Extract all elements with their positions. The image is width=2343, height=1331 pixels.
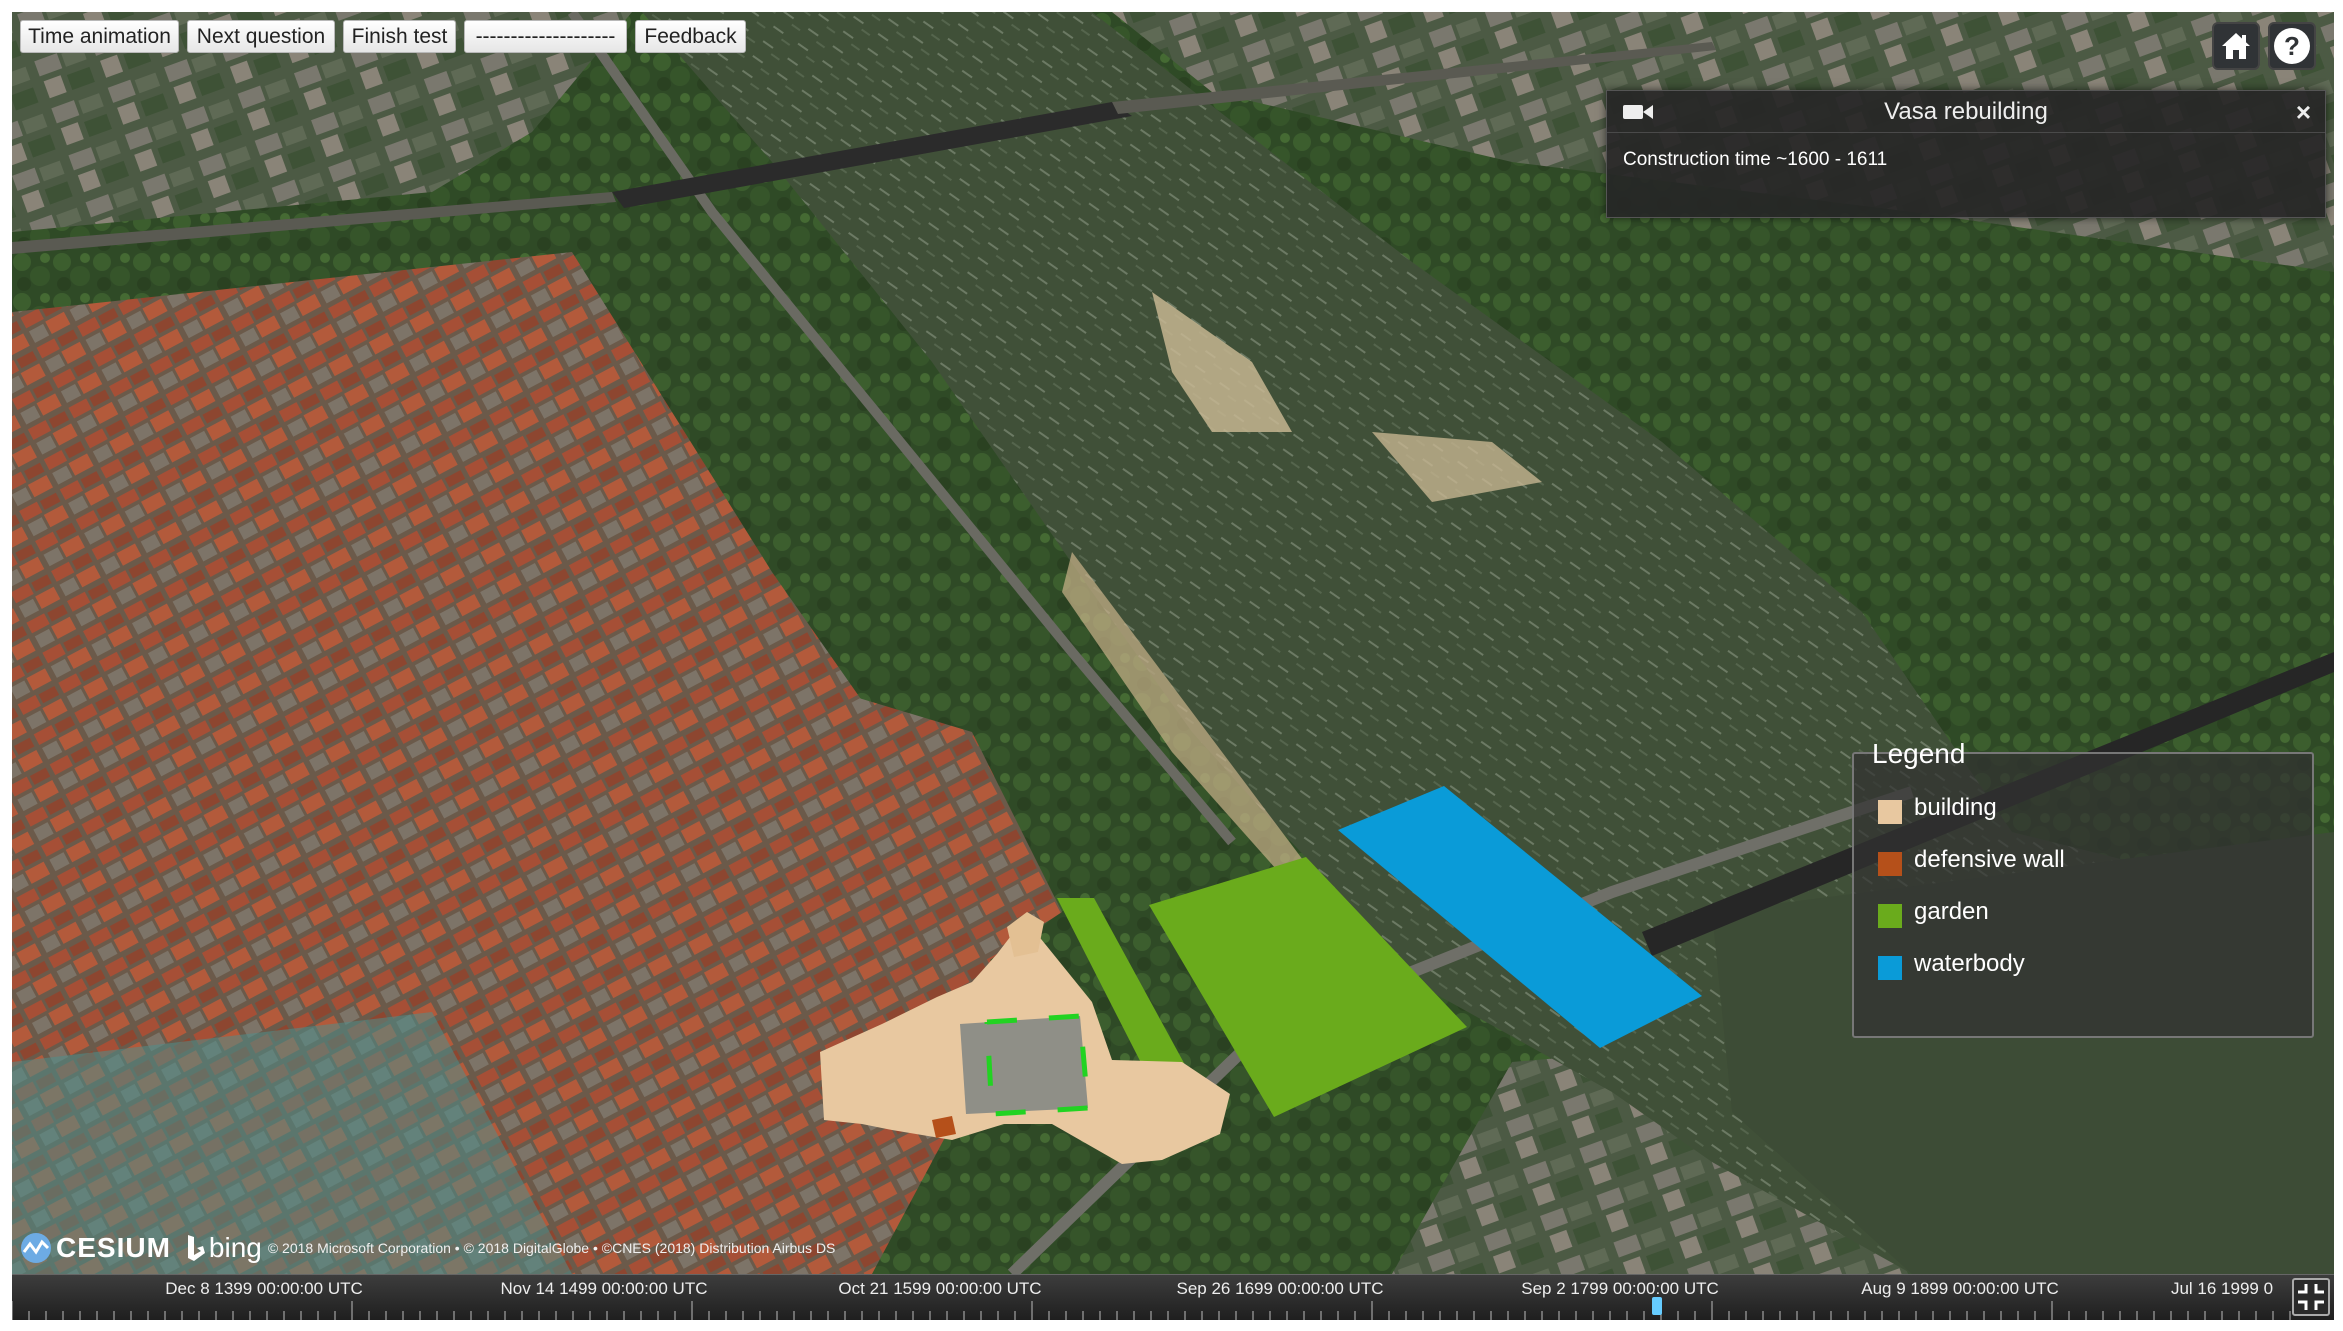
legend-swatch <box>1878 904 1902 928</box>
legend-swatch <box>1878 852 1902 876</box>
timeline-label: Nov 14 1499 00:00:00 UTC <box>500 1279 708 1298</box>
home-button[interactable] <box>2212 22 2260 70</box>
timeline-label: Jul 16 1999 0 <box>2170 1279 2274 1298</box>
time-animation-button[interactable]: Time animation <box>20 20 179 53</box>
timeline[interactable]: Dec 8 1399 00:00:00 UTC Nov 14 1499 00:0… <box>12 1274 2334 1320</box>
help-icon: ? <box>2274 28 2310 64</box>
timeline-label: Dec 8 1399 00:00:00 UTC <box>165 1279 363 1298</box>
timeline-ticks <box>12 1301 2291 1320</box>
fullscreen-button[interactable] <box>2292 1278 2330 1316</box>
legend-label: waterbody <box>1914 950 2025 977</box>
timeline-label: Aug 9 1899 00:00:00 UTC <box>1861 1279 2059 1298</box>
home-icon <box>2222 33 2250 59</box>
cesium-viewer[interactable]: Time animation Next question Finish test… <box>12 12 2334 1320</box>
timeline-label: Oct 21 1599 00:00:00 UTC <box>838 1279 1042 1298</box>
info-box-description: Construction time ~1600 - 1611 <box>1623 149 1888 170</box>
feedback-button[interactable]: Feedback <box>635 20 746 53</box>
legend-item-building: building <box>1878 790 1997 826</box>
info-box-title-text: Vasa rebuilding <box>1884 97 2048 125</box>
legend: Legend building defensive wall garden wa… <box>1852 738 2314 1038</box>
attribution-text: © 2018 Microsoft Corporation • © 2018 Di… <box>267 1240 836 1256</box>
legend-swatch <box>1878 956 1902 980</box>
cesium-text: CESIUM <box>56 1232 171 1263</box>
close-icon[interactable]: × <box>2296 97 2311 127</box>
exit-fullscreen-icon <box>2298 1284 2324 1310</box>
info-box: Vasa rebuilding × Construction time ~160… <box>1606 90 2326 218</box>
legend-label: building <box>1914 794 1997 821</box>
credits-bar: CESIUM bing © 2018 Microsoft Corporation… <box>20 1230 835 1266</box>
help-button[interactable]: ? <box>2268 22 2316 70</box>
bing-logo[interactable]: bing <box>185 1232 262 1264</box>
legend-item-garden: garden <box>1878 894 1989 930</box>
cesium-icon <box>21 1233 51 1263</box>
legend-item-waterbody: waterbody <box>1878 946 2025 982</box>
legend-swatch <box>1878 800 1902 824</box>
legend-label: garden <box>1914 898 1989 925</box>
finish-test-button[interactable]: Finish test <box>343 20 456 53</box>
legend-label: defensive wall <box>1914 846 2065 873</box>
next-question-button[interactable]: Next question <box>187 20 335 53</box>
separator-select[interactable]: -------------------- <box>464 20 627 53</box>
legend-item-defensive-wall: defensive wall <box>1878 842 2065 878</box>
info-box-title: Vasa rebuilding × <box>1607 91 2325 133</box>
timeline-label: Sep 26 1699 00:00:00 UTC <box>1176 1279 1384 1298</box>
bing-text: bing <box>208 1232 262 1263</box>
timeline-scrubber[interactable] <box>1652 1297 1662 1315</box>
timeline-label: Sep 2 1799 00:00:00 UTC <box>1521 1279 1719 1298</box>
camera-icon[interactable] <box>1621 101 1655 123</box>
legend-title: Legend <box>1872 738 1966 769</box>
help-glyph: ? <box>2284 31 2300 61</box>
cesium-logo[interactable]: CESIUM <box>20 1232 171 1264</box>
bing-icon <box>187 1235 205 1261</box>
